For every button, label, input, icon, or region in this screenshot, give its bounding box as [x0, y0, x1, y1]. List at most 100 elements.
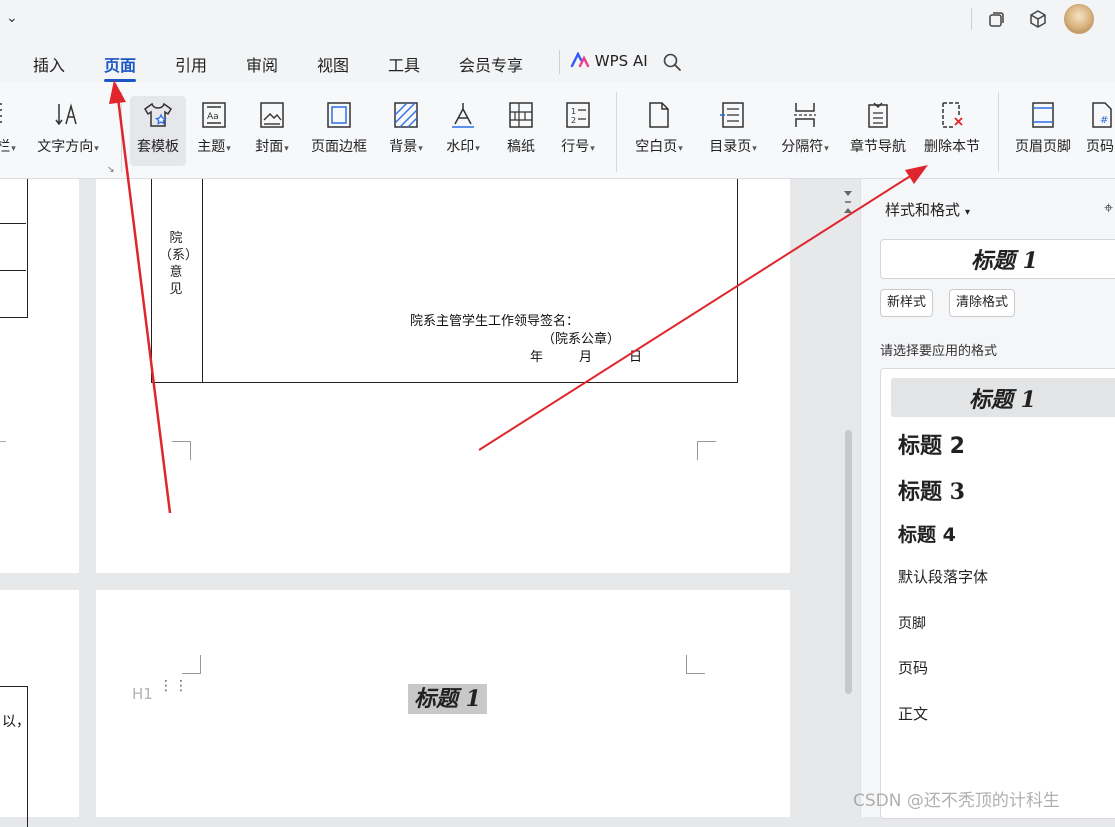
- ribbon-separator: [121, 92, 122, 172]
- ribbon-watermark-button[interactable]: 水印▾: [439, 96, 487, 166]
- tab-view[interactable]: 视图: [317, 52, 349, 76]
- ribbon-label: 栏: [0, 139, 11, 155]
- style-item-heading-3[interactable]: 标题 3: [898, 474, 965, 506]
- vertical-scrollbar-thumb[interactable]: [845, 430, 852, 694]
- section-nav-icon: [868, 102, 888, 128]
- ribbon-background-button[interactable]: 背景▾: [382, 96, 430, 166]
- cover-icon: [260, 102, 284, 128]
- ribbon-separator-button[interactable]: 分隔符▾: [774, 96, 836, 166]
- ribbon-label: 章节导航: [850, 139, 906, 155]
- tab-tools[interactable]: 工具: [388, 52, 420, 76]
- avatar[interactable]: [1064, 4, 1094, 34]
- ribbon-template-button[interactable]: 套模板: [130, 96, 186, 166]
- ribbon-label: 背景: [389, 139, 418, 155]
- current-style-box[interactable]: 标题 1: [880, 239, 1115, 279]
- style-item-footer[interactable]: 页脚: [898, 613, 926, 633]
- tab-review[interactable]: 审阅: [246, 52, 278, 76]
- tshirt-icon: [144, 102, 172, 127]
- ribbon-label: 套模板: [137, 139, 179, 155]
- crop-mark: [172, 441, 191, 460]
- ribbon-label: 封面: [255, 139, 284, 155]
- ribbon-label: 目录页: [709, 139, 752, 155]
- search-icon[interactable]: [662, 52, 682, 76]
- chevron-down-icon: ▾: [824, 144, 829, 154]
- svg-text:1: 1: [571, 107, 576, 116]
- new-style-button[interactable]: 新样式: [880, 289, 934, 317]
- style-item-page-number[interactable]: 页码: [898, 657, 928, 678]
- ribbon-header-footer-button[interactable]: 页眉页脚: [1010, 96, 1076, 166]
- ribbon-text-direction-button[interactable]: 文字方向▾: [30, 96, 106, 166]
- crop-mark: [0, 441, 6, 442]
- ribbon-manuscript-paper-button[interactable]: 稿纸: [500, 96, 542, 166]
- drag-handle-icon[interactable]: ⋮⋮: [159, 679, 189, 693]
- heading-1-text[interactable]: 标题 1: [408, 684, 487, 714]
- date-day: 日: [629, 350, 643, 365]
- pin-icon[interactable]: ⌖: [1104, 198, 1113, 218]
- blank-page-icon: [649, 102, 669, 128]
- style-item-heading-1[interactable]: 标题 1: [891, 378, 1115, 417]
- table-line: [0, 223, 26, 224]
- tab-page[interactable]: 页面: [104, 52, 137, 82]
- wps-ai-button[interactable]: WPS AI: [570, 51, 648, 70]
- chevron-down-icon: ▾: [11, 144, 16, 154]
- chevron-down-icon: ▾: [226, 144, 231, 154]
- csdn-watermark: CSDN @还不秃顶的计科生: [853, 791, 1060, 811]
- styles-panel-title[interactable]: 样式和格式 ▾: [885, 199, 970, 220]
- chevron-down-icon[interactable]: ⌄: [6, 10, 18, 26]
- chevron-down-icon: ▾: [475, 144, 480, 154]
- signature-line: 院系主管学生工作领导签名：: [410, 314, 580, 329]
- cube-icon[interactable]: [1028, 9, 1048, 33]
- date-month: 月: [579, 350, 593, 365]
- ribbon-label: 行号: [561, 139, 590, 155]
- ribbon-section-nav-button[interactable]: 章节导航: [846, 96, 910, 166]
- current-style-value: 标题 1: [971, 248, 1038, 274]
- style-item-heading-4[interactable]: 标题 4: [898, 520, 956, 547]
- ribbon-delete-section-button[interactable]: 删除本节: [918, 96, 986, 166]
- ribbon-page-border-button[interactable]: 页面边框: [305, 96, 373, 166]
- table-column-divider: [202, 179, 203, 382]
- ribbon-label: 稿纸: [507, 139, 535, 155]
- ribbon-toc-page-button[interactable]: 目录页▾: [702, 96, 764, 166]
- chevron-down-icon: ▾: [678, 144, 683, 154]
- grid-paper-icon: [509, 102, 533, 128]
- ribbon-label: 主题: [197, 139, 226, 155]
- split-handle-icon[interactable]: [843, 188, 853, 216]
- page-bottom: H1 ⋮⋮ 标题 1: [96, 590, 790, 817]
- wps-ai-logo-icon: [570, 51, 590, 68]
- ribbon-cover-button[interactable]: 封面▾: [248, 96, 296, 166]
- style-item-default-paragraph-font[interactable]: 默认段落字体: [898, 566, 988, 587]
- crop-mark: [182, 655, 201, 674]
- ribbon-label: 水印: [446, 139, 475, 155]
- tab-references[interactable]: 引用: [175, 52, 207, 76]
- chevron-down-icon: ▾: [94, 144, 99, 154]
- heading-level-marker: H1: [132, 685, 153, 703]
- clear-format-button[interactable]: 清除格式: [949, 289, 1016, 317]
- ribbon-line-number-button[interactable]: 12 行号▾: [554, 96, 602, 166]
- ribbon-theme-button[interactable]: Aa 主题▾: [190, 96, 238, 166]
- style-item-heading-2[interactable]: 标题 2: [898, 428, 965, 460]
- background-icon: [394, 102, 418, 128]
- approval-table: [151, 179, 738, 383]
- ribbon-page-number-button[interactable]: # 页码: [1086, 96, 1115, 166]
- divider: [559, 50, 560, 74]
- page-border-icon: [327, 102, 351, 128]
- chevron-down-icon: ▾: [752, 144, 757, 154]
- ribbon-blank-page-button[interactable]: 空白页▾: [628, 96, 690, 166]
- delete-section-icon: [942, 102, 963, 128]
- columns-icon: [0, 103, 2, 123]
- tab-insert[interactable]: 插入: [33, 52, 65, 76]
- window-restore-icon[interactable]: [988, 10, 1006, 32]
- ribbon-columns-button[interactable]: 栏▾: [0, 96, 18, 166]
- table-side-label: 院 （系） 意 见: [159, 231, 199, 297]
- ribbon-separator: [998, 92, 999, 172]
- wps-ai-label: WPS AI: [594, 52, 648, 70]
- dialog-launcher-icon[interactable]: ↘: [107, 165, 115, 175]
- date-year: 年: [530, 350, 544, 365]
- text-direction-icon: [55, 103, 77, 126]
- tab-member[interactable]: 会员专享: [459, 52, 523, 76]
- ribbon-label: 页眉页脚: [1015, 139, 1071, 155]
- ribbon-label: 页码: [1086, 139, 1114, 155]
- style-item-body[interactable]: 正文: [898, 703, 928, 724]
- page-break-icon: [794, 103, 816, 127]
- ribbon-label: 删除本节: [924, 139, 980, 155]
